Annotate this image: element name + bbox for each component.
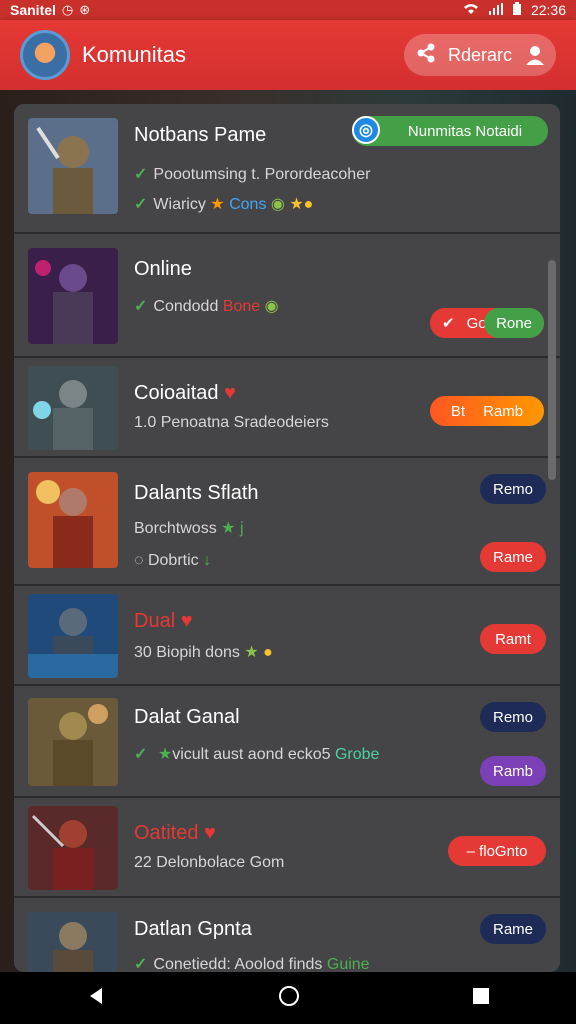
item-title: Oatited ♥ [134, 822, 216, 844]
item-subtitle: ✓ ★vicult aust aond ecko5 Grobe [134, 746, 380, 763]
action-button[interactable]: Rame [480, 914, 546, 944]
home-icon[interactable] [278, 985, 300, 1012]
game-thumbnail[interactable] [28, 248, 118, 344]
chevron-down-icon: ✔ [442, 315, 455, 332]
check-icon: ◉ [270, 196, 285, 213]
header-action-pill[interactable]: Rderarc [404, 34, 556, 76]
list-item[interactable]: Dalants Sflath Borchtwoss ★ j ◌ Dobrtic … [14, 458, 560, 586]
action-button[interactable]: Bt Ramb [430, 396, 544, 426]
game-thumbnail[interactable] [28, 806, 118, 890]
scrollbar[interactable] [548, 260, 556, 480]
item-title: Dalants Sflath [134, 482, 259, 504]
info-icon: ◎ [352, 116, 380, 144]
star-icon: ★ [210, 196, 225, 213]
item-subtitle: ✓ Poootumsing t. Porordeacoher [134, 166, 371, 183]
item-meta: ✓ Wiaricy ★ Cons ◉ ★● [134, 196, 314, 213]
community-badge[interactable]: Nunmitas Notaidi [352, 116, 548, 146]
game-thumbnail[interactable] [28, 472, 118, 568]
item-subtitle: ✓ Conetiedd: Aoolod finds Guine [134, 956, 370, 972]
item-title: Dual ♥ [134, 610, 193, 632]
check-icon: ◉ [264, 298, 279, 315]
item-subtitle: 22 Delonbolace Gom [134, 854, 285, 871]
share-icon[interactable] [416, 43, 436, 68]
action-button[interactable]: Remo [480, 702, 546, 732]
game-thumbnail[interactable] [28, 698, 118, 786]
item-title: Notbans Pame [134, 124, 267, 146]
check-icon: ✓ [134, 298, 148, 315]
system-nav-bar [0, 972, 576, 1024]
status-bar: Sanitel ◷ ⊛ 22:36 [0, 0, 576, 20]
list-item[interactable]: Dalat Ganal ✓ ★vicult aust aond ecko5 Gr… [14, 686, 560, 798]
item-subtitle: 1.0 Penoatna Sradeodeiers [134, 414, 329, 431]
heart-icon: ♥ [180, 610, 193, 632]
star-icon: ★ [157, 746, 173, 763]
wifi-icon [463, 2, 479, 18]
app-logo[interactable] [20, 30, 70, 80]
badge-label: Nunmitas Notaidi [407, 122, 523, 140]
item-meta: ◌ Dobrtic ↓ [134, 552, 212, 569]
game-thumbnail[interactable] [28, 118, 118, 214]
action-button[interactable]: Rone [484, 308, 544, 338]
heart-icon: ♥ [224, 382, 236, 404]
check-icon: ✓ [134, 196, 148, 213]
app-header: Komunitas Rderarc [0, 20, 576, 90]
item-title: Online [134, 258, 192, 280]
list-item[interactable]: Online ✓ Condodd Bone ◉ ✔ Go Rone [14, 234, 560, 358]
action-button[interactable]: – floGnto [448, 836, 546, 866]
item-subtitle: Borchtwoss ★ j [134, 520, 244, 537]
refresh-icon: ◌ [134, 552, 144, 569]
list-item[interactable]: Notbans Pame Nunmitas Notaidi ◎ ✓ Poootum… [14, 104, 560, 234]
check-icon: ✓ [134, 746, 148, 763]
star-icon: ★ j [221, 520, 244, 537]
list-item[interactable]: Datlan Gpnta ✓ Conetiedd: Aoolod finds Gu… [14, 898, 560, 972]
page-title: Komunitas [82, 42, 186, 67]
time-label: 22:36 [530, 2, 566, 18]
user-icon[interactable] [524, 42, 546, 68]
check-icon: ● [263, 644, 273, 661]
signal-icon [488, 2, 503, 18]
arrow-icon: ↓ [203, 552, 212, 569]
carrier-label: Sanitel [10, 2, 56, 18]
header-pill-label: Rderarc [448, 44, 513, 65]
battery-icon [512, 2, 521, 18]
game-thumbnail[interactable] [28, 366, 118, 450]
action-button[interactable]: Ramb [480, 756, 546, 786]
item-title: Coioaitad ♥ [134, 382, 236, 404]
check-icon: ✓ [134, 166, 148, 183]
location-icon: ⊛ [79, 2, 91, 17]
game-thumbnail[interactable] [28, 912, 118, 972]
item-title: Datlan Gpnta [134, 918, 252, 940]
star-icon: ★ [244, 644, 259, 661]
check-icon: ✓ [134, 956, 148, 972]
item-subtitle: 30 Biopih dons ★ ● [134, 644, 273, 661]
item-title: Dalat Ganal [134, 706, 240, 728]
list-item[interactable]: Coioaitad ♥ 1.0 Penoatna Sradeodeiers Bt… [14, 358, 560, 458]
list-item[interactable]: Dual ♥ 30 Biopih dons ★ ● Ramt [14, 586, 560, 686]
action-button[interactable]: Rame [480, 542, 546, 572]
action-button[interactable]: Ramt [480, 624, 546, 654]
item-subtitle: ✓ Condodd Bone ◉ [134, 298, 279, 315]
recents-icon[interactable] [472, 987, 490, 1010]
star-icon: ★● [289, 196, 314, 213]
list-item[interactable]: Oatited ♥ 22 Delonbolace Gom – floGnto [14, 798, 560, 898]
action-button[interactable]: Remo [480, 474, 546, 504]
game-list[interactable]: Notbans Pame Nunmitas Notaidi ◎ ✓ Poootum… [14, 104, 560, 972]
game-thumbnail[interactable] [28, 594, 118, 678]
heart-icon: ♥ [204, 822, 216, 844]
back-icon[interactable] [86, 986, 106, 1011]
clock-icon: ◷ [61, 2, 74, 17]
